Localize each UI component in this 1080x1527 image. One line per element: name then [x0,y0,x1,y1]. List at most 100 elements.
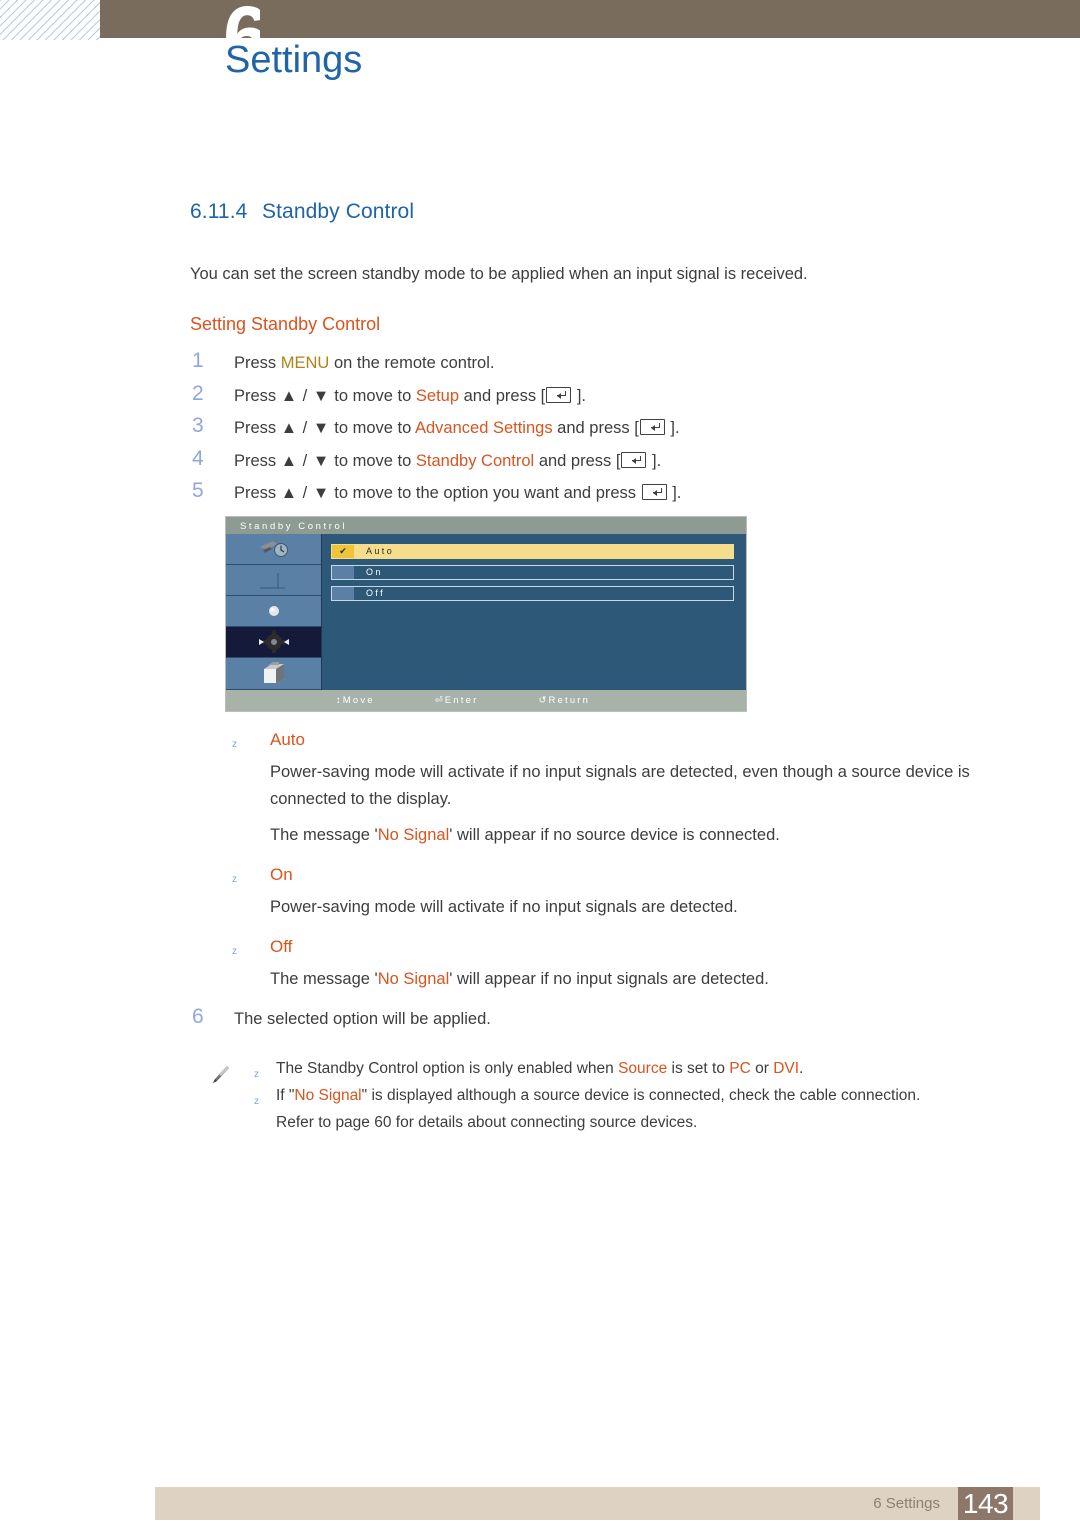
final-step-list: 6 The selected option will be applied. [190,1006,1020,1029]
z-bullet-icon: z [254,1095,259,1107]
body-text: The message ' [270,825,378,844]
definition-term: On [270,864,293,884]
step-text: ]. [647,451,662,470]
page-footer: 6 Settings 143 [155,1487,1040,1520]
step-text: and press [ [534,451,621,470]
procedure-step: 2 Press ▲ / ▼ to move to Setup and press … [190,381,1020,406]
osd-hint: ↕ Move [336,694,375,706]
keyword-menu: MENU [280,354,330,372]
osd-option-row[interactable]: ✔ Auto [331,543,734,559]
quill-pencil-icon [208,1063,232,1096]
osd-title-bar: Standby Control [226,516,746,534]
osd-hint-glyph: ⏎ [434,694,443,706]
arrow-keys-glyph: ▲ / ▼ [280,419,330,437]
osd-icon-multi-control[interactable] [226,658,321,690]
section-number: 6.11.4 [190,200,248,223]
definition-term: Off [270,936,293,956]
final-step: 6 The selected option will be applied. [190,1006,1020,1029]
keyword-highlight: Advanced Settings [414,419,553,437]
osd-hint: ⏎ Enter [434,694,479,706]
content-column: 6.11.4 Standby Control You can set the sc… [190,200,1020,1136]
procedure-step: 1 Press MENU on the remote control. [190,349,1020,373]
body-text: " is displayed although a source device … [361,1086,921,1104]
decorative-hatch-pattern [0,0,104,40]
note-line: Refer to page 60 for details about conne… [276,1109,1020,1136]
step-number: 2 [192,381,204,405]
osd-icon-setup-gear[interactable] [226,627,321,659]
body-text: Refer to page 60 for details about conne… [276,1113,698,1131]
arrow-keys-glyph: ▲ / ▼ [280,386,330,405]
step-text: and press [ [552,419,639,437]
enter-key-icon [641,484,667,500]
highlighted-term: DVI [773,1059,800,1077]
note-block: z The Standby Control option is only enab… [190,1055,1020,1136]
note-items: z The Standby Control option is only enab… [254,1055,1020,1136]
step-text: and press [ [459,386,546,405]
step-text: Press [234,484,281,502]
step-number: 3 [192,414,204,437]
osd-option-label: On [366,567,383,577]
osd-screenshot: Standby Control ✔ Auto On Off ↕ Move ⏎ E… [225,515,747,712]
body-text: . [799,1059,804,1077]
definition-term-row: z Off [190,937,1020,957]
arrow-keys-glyph: ▲ / ▼ [280,451,330,470]
note-line: z The Standby Control option is only enab… [254,1055,1020,1082]
osd-body: ✔ Auto On Off [226,533,746,690]
step-text: to move to [329,386,416,405]
osd-icon-sound[interactable] [226,564,321,596]
osd-option-checkbox [332,565,354,579]
section-intro: You can set the screen standby mode to b… [190,265,808,283]
osd-option-checkbox: ✔ [332,544,354,558]
enter-key-icon [546,386,572,403]
step-text: Press [234,419,281,437]
enter-key-icon [639,419,665,435]
procedure-step: 4 Press ▲ / ▼ to move to Standby Control … [190,448,1020,471]
z-bullet-icon: z [232,873,237,885]
highlighted-term: Source [618,1059,668,1077]
step-text: to move to [329,451,416,470]
body-text: The message ' [270,969,378,988]
chapter-number: 6 [223,0,260,38]
osd-option-checkbox [332,586,354,600]
keyword-highlight: Standby Control [415,451,535,470]
z-bullet-icon: z [232,945,237,957]
highlighted-term: No Signal [294,1086,362,1104]
definition-term-row: z On [190,865,1020,885]
osd-option-row[interactable]: Off [331,585,734,601]
osd-hint-glyph: ↺ [538,694,547,706]
footer-chapter-label: 6 Settings [873,1495,940,1512]
body-text: ' will appear if no input signals are de… [449,969,769,988]
osd-icon-dot[interactable] [226,595,321,628]
procedure-step: 5 Press ▲ / ▼ to move to the option you w… [190,480,1020,503]
osd-hint: ↺ Return [538,694,591,706]
definition-description: Power-saving mode will activate if no in… [190,759,1020,813]
definition-description: The message 'No Signal' will appear if n… [190,966,1020,993]
osd-option-row[interactable]: On [331,564,734,580]
step-text: to move to the option you want and press [329,484,641,502]
step-number: 1 [192,349,204,372]
z-bullet-icon: z [232,738,237,750]
step-text: Press [234,451,281,470]
definition-description: The message 'No Signal' will appear if n… [190,822,1020,849]
osd-icon-sidebar [226,533,322,690]
section-heading: 6.11.4 Standby Control [190,200,1020,224]
osd-hint-glyph: ↕ [336,694,341,706]
step-text: to move to [329,419,415,437]
definition-term: Auto [270,729,305,749]
procedure-steps: 1 Press MENU on the remote control. 2 Press… [190,349,1020,503]
definition-description: Power-saving mode will activate if no in… [190,894,1020,921]
body-text: is set to [667,1059,730,1077]
enter-key-icon [621,451,647,468]
body-text: Power-saving mode will activate if no in… [270,762,970,808]
highlighted-term: No Signal [377,969,450,988]
step-text: Press [234,386,281,405]
chapter-number-clip: 6 [100,0,260,38]
osd-footer-hints: ↕ Move ⏎ Enter ↺ Return [226,689,746,711]
keyword-highlight: Setup [415,386,460,405]
osd-icon-picture[interactable] [226,533,321,565]
note-line: z If "No Signal" is displayed although a … [254,1082,1020,1109]
step-text: ]. [665,419,680,437]
body-text: If " [276,1086,295,1104]
body-text: or [750,1059,774,1077]
step-text: ]. [572,386,587,405]
